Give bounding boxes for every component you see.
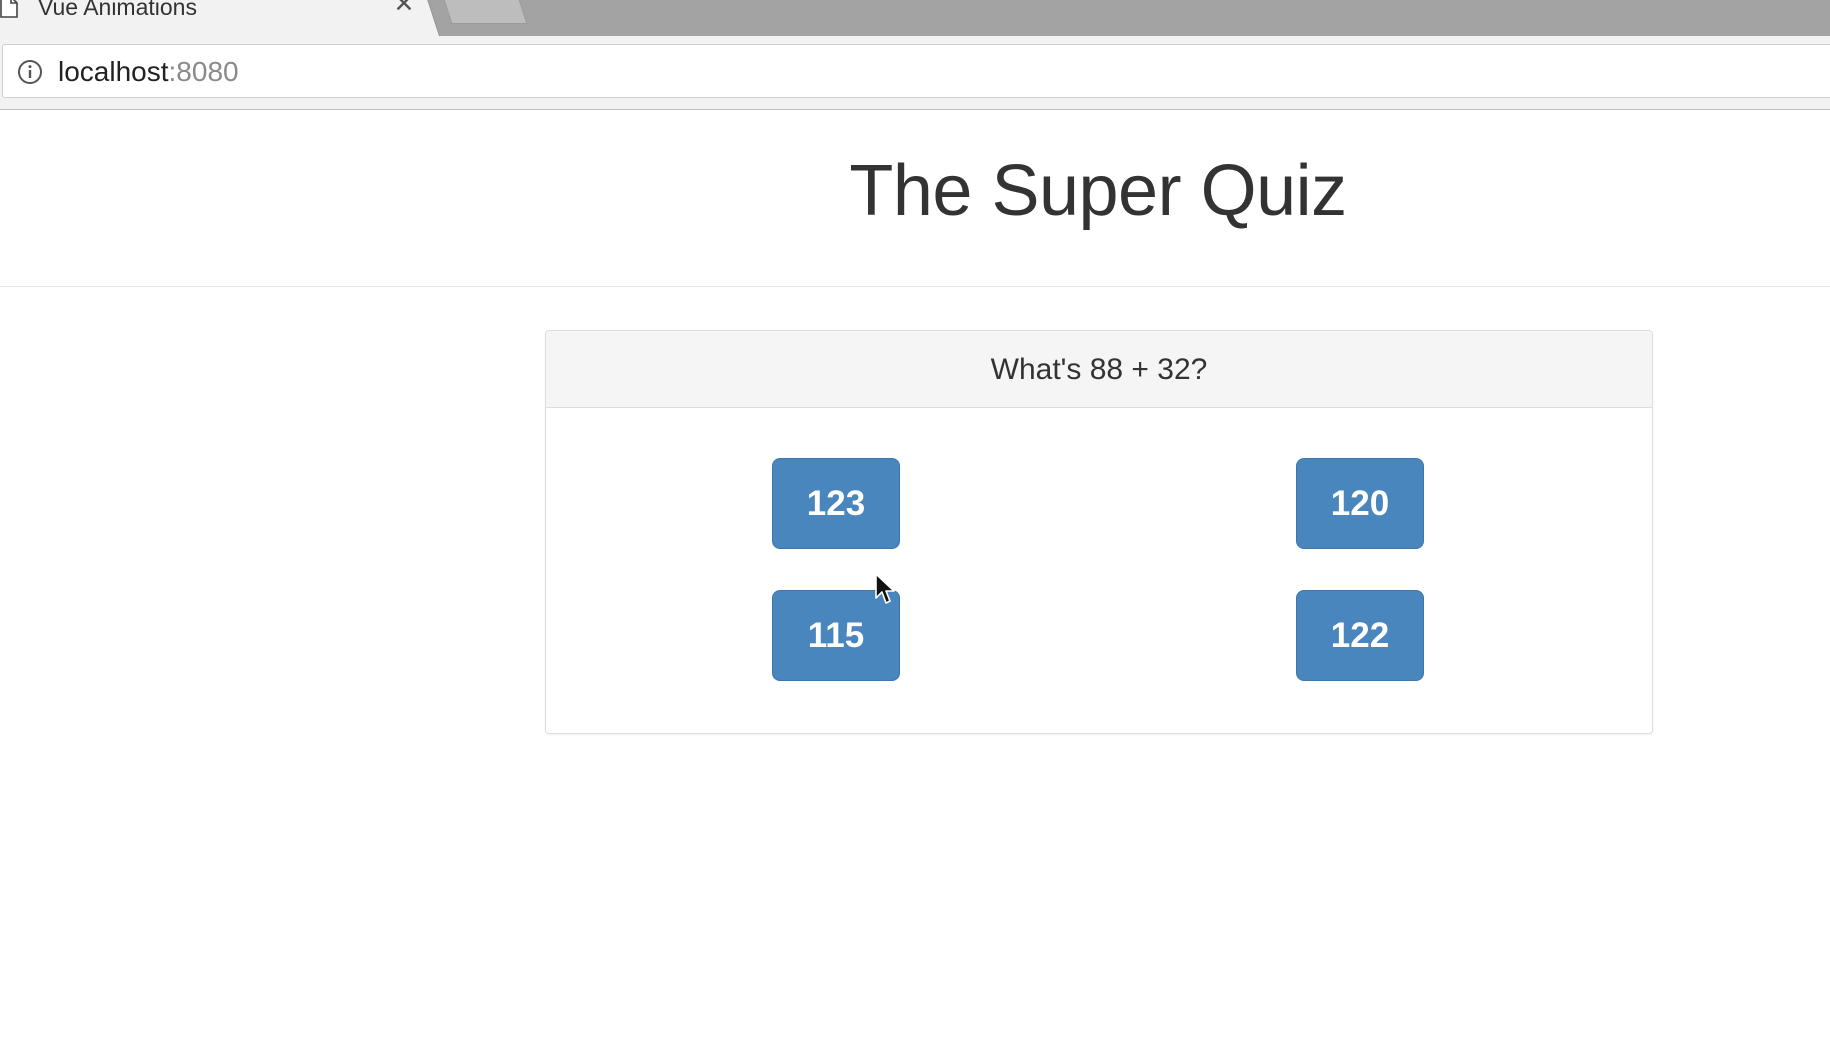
close-icon[interactable]: ✕ [392,0,416,17]
answer-button-2[interactable]: 120 [1296,458,1424,549]
answer-button-3[interactable]: 115 [772,590,900,681]
page-title: The Super Quiz [849,151,1347,231]
browser-toolbar: localhost:8080 [0,36,1830,110]
divider [0,286,1830,287]
url-text[interactable]: localhost:8080 [58,56,239,88]
question-text: What's 88 + 32? [990,353,1208,386]
page-icon [0,0,18,18]
panel-heading: What's 88 + 32? [546,331,1652,408]
browser-tab-content: Vue Animations ✕ [0,0,420,36]
tab-strip: Vue Animations ✕ [0,0,1830,36]
url-port: :8080 [168,56,239,87]
question-panel: What's 88 + 32? 123 120 115 122 [545,330,1653,734]
new-tab-button[interactable] [440,0,528,24]
url-host: localhost [58,56,169,87]
answer-button-4[interactable]: 122 [1296,590,1424,681]
address-bar[interactable]: localhost:8080 [2,44,1830,98]
page-content: The Super Quiz What's 88 + 32? 123 120 1… [0,110,1830,1040]
info-icon[interactable] [17,59,43,85]
tab-title: Vue Animations [38,0,197,20]
answer-button-1[interactable]: 123 [772,458,900,549]
